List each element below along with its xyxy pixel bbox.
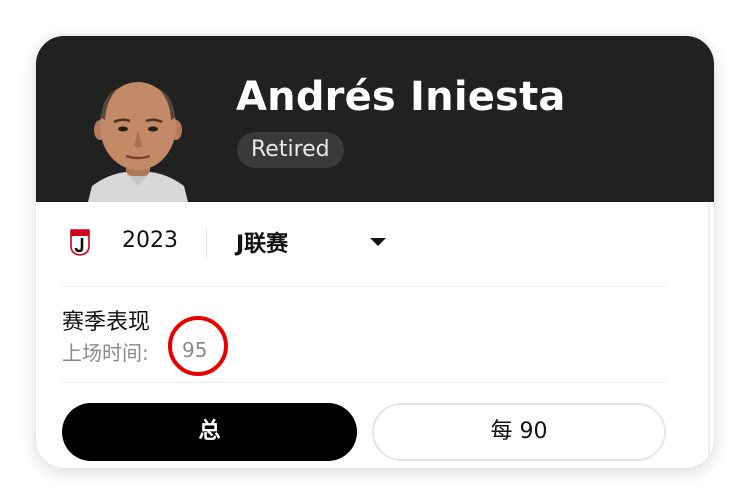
season-select[interactable]: 2023 bbox=[122, 228, 178, 253]
player-portrait bbox=[88, 82, 188, 202]
minutes-played-label: 上场时间: bbox=[62, 341, 149, 365]
player-header: Andrés Iniesta Retired bbox=[36, 36, 714, 202]
per-90-toggle-button[interactable]: 每 90 bbox=[372, 403, 666, 461]
section-title: 赛季表现 bbox=[62, 310, 151, 335]
status-badge: Retired bbox=[237, 132, 344, 168]
player-name: Andrés Iniesta bbox=[236, 74, 566, 120]
j-league-logo-icon bbox=[70, 229, 90, 256]
league-select[interactable]: J联赛 bbox=[236, 226, 288, 258]
season-league-selector: 2023 J联赛 bbox=[36, 202, 714, 286]
divider bbox=[62, 286, 666, 287]
caret-down-icon[interactable] bbox=[370, 238, 386, 246]
selector-divider bbox=[206, 228, 207, 258]
divider bbox=[62, 382, 666, 383]
highlight-annotation bbox=[168, 316, 228, 376]
total-toggle-button[interactable]: 总 bbox=[62, 403, 357, 461]
scrollbar-track[interactable] bbox=[708, 202, 710, 468]
player-card: Andrés Iniesta Retired 2023 J联赛 赛季表现 上场时… bbox=[36, 36, 714, 468]
